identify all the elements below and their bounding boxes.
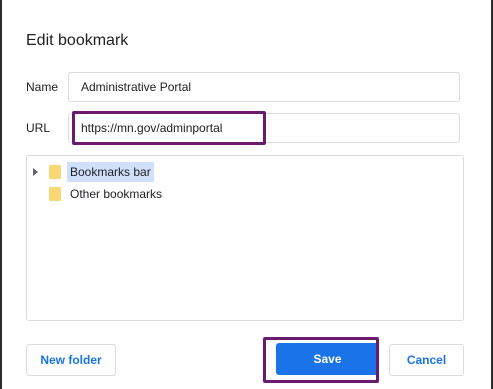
- bookmark-folder-tree[interactable]: Bookmarks bar Other bookmarks: [26, 155, 464, 321]
- name-label: Name: [26, 80, 59, 94]
- name-input[interactable]: [68, 72, 460, 102]
- tree-item-label: Bookmarks bar: [67, 162, 154, 182]
- edit-bookmark-dialog: Edit bookmark Name URL Bookmarks bar Oth…: [6, 0, 487, 389]
- folder-icon: [49, 165, 61, 179]
- cancel-button[interactable]: Cancel: [389, 344, 464, 376]
- window-frame-left: [0, 0, 2, 389]
- expand-caret-icon[interactable]: [33, 168, 38, 176]
- url-input[interactable]: [68, 113, 460, 143]
- tree-item-label: Other bookmarks: [70, 187, 163, 201]
- dialog-title: Edit bookmark: [26, 32, 129, 49]
- folder-icon: [49, 187, 61, 201]
- url-label: URL: [26, 121, 51, 135]
- new-folder-button[interactable]: New folder: [26, 344, 116, 376]
- save-button[interactable]: Save: [276, 343, 379, 375]
- page: Edit bookmark Name URL Bookmarks bar Oth…: [0, 0, 493, 389]
